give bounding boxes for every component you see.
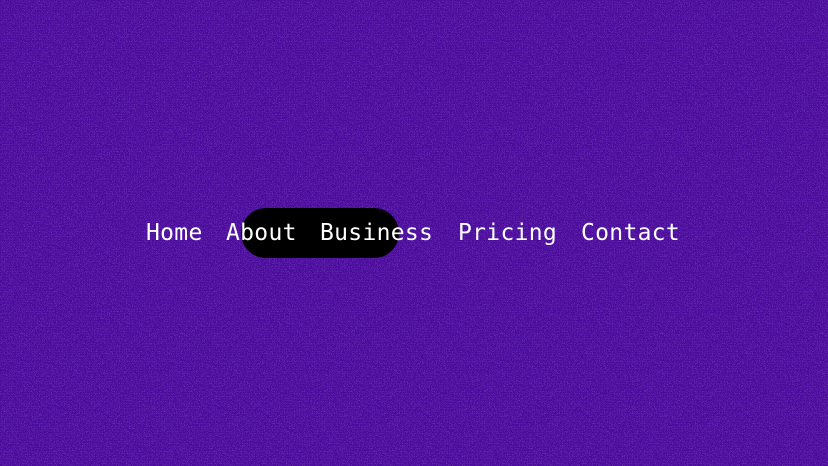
nav-item-pricing[interactable]: Pricing bbox=[458, 218, 557, 248]
nav-item-business[interactable]: Business bbox=[320, 218, 433, 248]
nav-item-home[interactable]: Home bbox=[146, 218, 203, 248]
nav-item-about[interactable]: About bbox=[226, 218, 297, 248]
nav-item-contact[interactable]: Contact bbox=[581, 218, 680, 248]
main-navigation: Home About Business Pricing Contact bbox=[0, 0, 828, 466]
